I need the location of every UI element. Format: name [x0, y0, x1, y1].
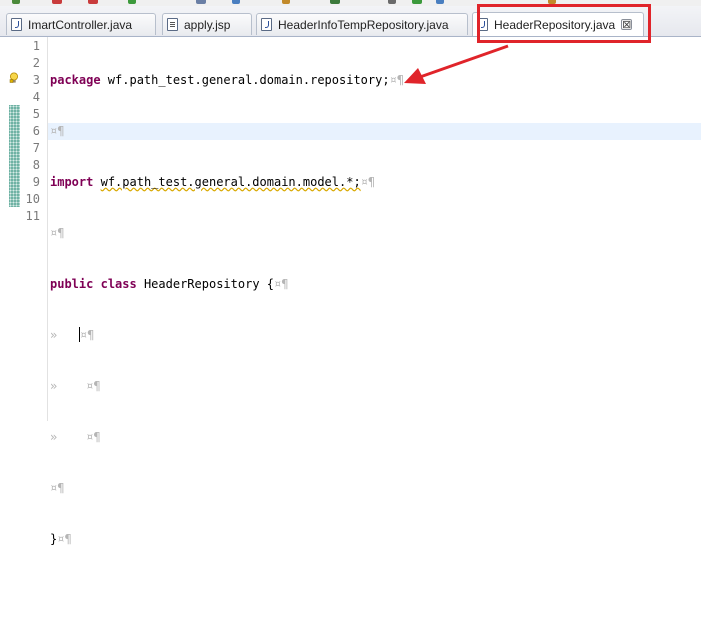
code-line-9: ¤¶ — [50, 480, 404, 497]
code-line-10: }¤¶ — [50, 531, 404, 548]
whitespace-mark: ¤¶ — [50, 481, 65, 495]
whitespace-mark: ¤¶ — [57, 532, 72, 546]
tab-mark: » — [50, 430, 58, 444]
annotation-arrow — [404, 44, 509, 84]
whitespace-mark: ¤¶ — [86, 430, 101, 444]
code-text: } — [50, 532, 58, 546]
code-line-8: » ¤¶ — [50, 429, 404, 446]
